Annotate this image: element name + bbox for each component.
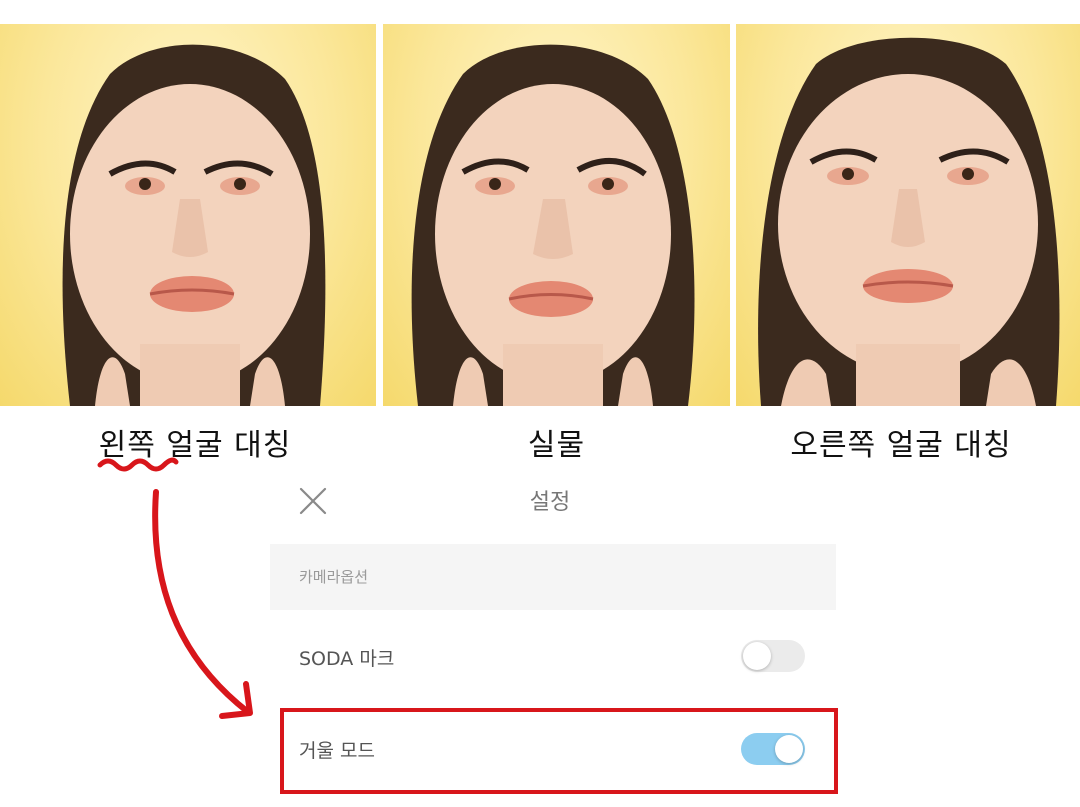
photo-left-symmetry [0,24,376,406]
section-header-camera-options: 카메라옵션 [270,544,836,610]
caption-left-symmetry: 왼쪽 얼굴 대칭 [98,428,292,463]
face-left-illustration [62,44,326,406]
section-header-label: 카메라옵션 [299,568,369,586]
curved-arrow-line [152,489,251,715]
photo-original [383,24,730,406]
face-right-illustration [758,37,1060,406]
arrow-head-icon [219,681,253,719]
mirror-mode-highlight [280,708,838,794]
close-icon [299,487,327,515]
face-original-illustration [411,44,695,406]
settings-title: 설정 [529,490,571,515]
soda-mark-label: SODA 마크 [299,648,395,670]
caption-original: 실물 [527,428,586,463]
toggle-knob [743,642,771,670]
close-button[interactable] [296,484,330,518]
caption-right-symmetry: 오른쪽 얼굴 대칭 [790,428,1012,463]
photo-right-symmetry [736,24,1080,406]
soda-mark-toggle[interactable] [741,640,805,672]
